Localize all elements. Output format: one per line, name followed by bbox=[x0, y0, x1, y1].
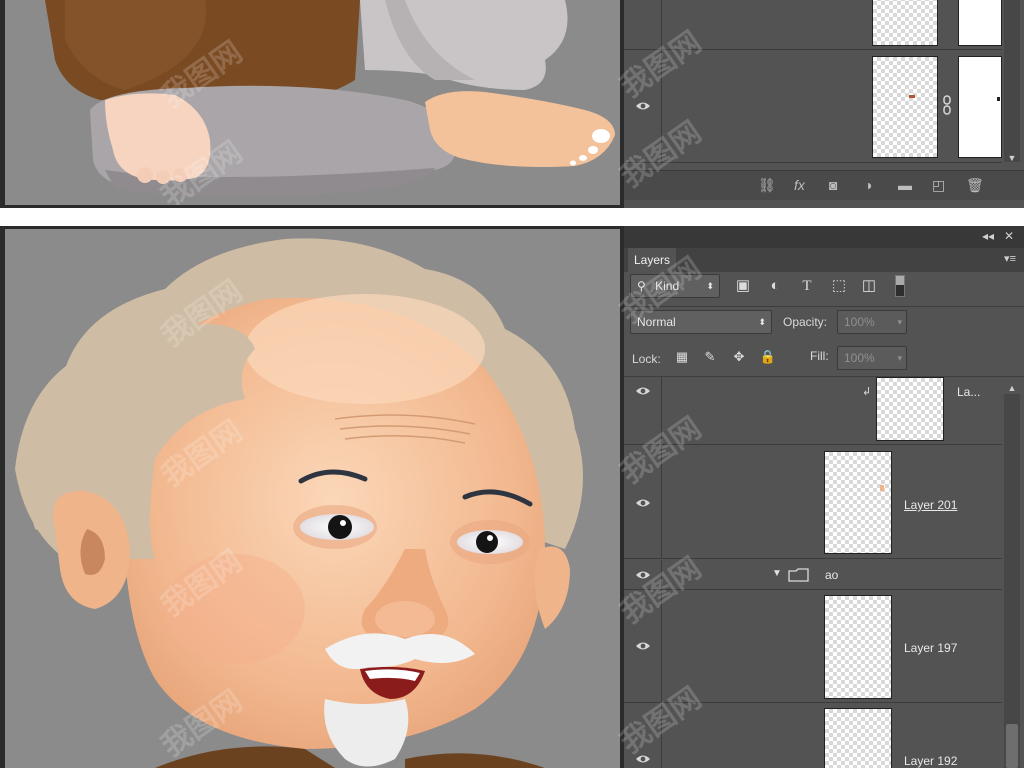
opacity-value: 100% bbox=[844, 315, 875, 329]
clipping-mask-icon: ↲ bbox=[862, 386, 872, 398]
layer-mask-thumbnail bbox=[958, 0, 1002, 46]
feet-illustration bbox=[45, 0, 615, 197]
fill-value: 100% bbox=[844, 351, 875, 365]
lock-position-icon[interactable]: ✥ bbox=[728, 346, 750, 368]
layers-footer-toolbar: ⛓ fx ◙ ◑ ▬ ◰ 🗑 bbox=[624, 170, 1024, 200]
lock-transparent-pixels-icon[interactable]: ▦ bbox=[671, 346, 693, 368]
bottom-screenshot-frame: 我图网 我图网 我图网 我图网 ◂◂ ✕ Layers ▾≡ ⚲ Kind ⬍ … bbox=[0, 226, 1024, 768]
close-panel-icon[interactable]: ✕ bbox=[1004, 229, 1014, 243]
opacity-field[interactable]: 100% ▾ bbox=[837, 310, 907, 334]
layer-thumbnail bbox=[824, 451, 892, 554]
add-mask-icon[interactable]: ◙ bbox=[829, 177, 837, 193]
layers-panel-top: ▼ ⛓ fx ◙ ◑ ▬ ◰ 🗑 我图网 我图网 bbox=[615, 0, 1024, 208]
layer-thumbnail bbox=[872, 0, 938, 46]
chevron-updown-icon: ⬍ bbox=[758, 317, 766, 327]
layer-row[interactable]: Layer 201 bbox=[624, 446, 1002, 559]
layer-name[interactable]: Layer 201 bbox=[904, 498, 957, 512]
layer-thumbnail bbox=[872, 56, 938, 158]
smart-object-filter-icon[interactable]: ◫ bbox=[858, 275, 880, 297]
group-name[interactable]: ao bbox=[825, 568, 838, 582]
opacity-label: Opacity: bbox=[783, 315, 828, 329]
lock-image-pixels-icon[interactable]: ✎ bbox=[699, 346, 721, 368]
scroll-up-arrow[interactable]: ▲ bbox=[1004, 382, 1020, 394]
type-filter-icon[interactable]: T bbox=[796, 275, 818, 297]
layers-scrollbar[interactable] bbox=[1004, 394, 1020, 768]
link-chain-icon[interactable] bbox=[942, 95, 952, 115]
panel-menu-icon[interactable]: ▾≡ bbox=[1004, 252, 1016, 265]
adjustment-filter-icon[interactable]: ◐ bbox=[764, 275, 786, 297]
layer-thumbnail bbox=[824, 708, 892, 768]
scroll-down-arrow[interactable]: ▼ bbox=[1004, 152, 1020, 164]
chevron-down-icon: ▾ bbox=[897, 353, 902, 363]
old-man-face-illustration bbox=[15, 238, 583, 768]
expand-triangle-icon[interactable]: ▼ bbox=[772, 568, 782, 579]
folder-icon bbox=[788, 568, 809, 582]
collapse-panel-icon[interactable]: ◂◂ bbox=[982, 229, 994, 243]
layer-mask-thumbnail bbox=[958, 56, 1002, 158]
canvas-top-illustration[interactable]: 我图网 我图网 bbox=[5, 0, 620, 205]
scrollbar-thumb[interactable] bbox=[1006, 724, 1018, 768]
delete-layer-icon[interactable]: 🗑 bbox=[966, 177, 984, 194]
divider bbox=[624, 306, 1024, 307]
visibility-eye-icon[interactable] bbox=[635, 498, 651, 508]
layer-name[interactable]: Layer 192 bbox=[904, 754, 957, 768]
canvas-bottom-illustration[interactable]: 我图网 我图网 我图网 我图网 bbox=[5, 229, 620, 768]
filter-toggle-icon[interactable] bbox=[895, 275, 905, 297]
shape-filter-icon[interactable]: ⬚ bbox=[828, 275, 850, 297]
fx-icon[interactable]: fx bbox=[794, 177, 805, 193]
chevron-down-icon: ▾ bbox=[897, 317, 902, 327]
new-layer-icon[interactable]: ◰ bbox=[932, 177, 945, 194]
adjustment-layer-icon[interactable]: ◑ bbox=[864, 177, 872, 193]
lock-all-icon[interactable]: 🔒 bbox=[757, 346, 779, 368]
lock-label: Lock: bbox=[632, 352, 661, 366]
layer-name[interactable]: La... bbox=[957, 385, 980, 399]
layer-name[interactable]: Layer 197 bbox=[904, 641, 957, 655]
visibility-eye-icon[interactable] bbox=[635, 641, 651, 651]
top-screenshot-frame: 我图网 我图网 ▼ ⛓ fx ◙ ◑ ▬ ◰ 🗑 我图网 我图网 bbox=[0, 0, 1024, 208]
layers-panel-bottom: ◂◂ ✕ Layers ▾≡ ⚲ Kind ⬍ ▣ ◐ T ⬚ ◫ Normal… bbox=[615, 226, 1024, 768]
fill-field[interactable]: 100% ▾ bbox=[837, 346, 907, 370]
layer-thumbnail bbox=[824, 595, 892, 699]
layer-thumbnail bbox=[876, 377, 944, 441]
link-layers-icon[interactable]: ⛓ bbox=[758, 177, 776, 194]
visibility-eye-icon[interactable] bbox=[635, 386, 651, 396]
layers-scrollbar[interactable] bbox=[1004, 0, 1020, 162]
fill-label: Fill: bbox=[810, 349, 829, 363]
image-filter-icon[interactable]: ▣ bbox=[732, 275, 754, 297]
new-group-icon[interactable]: ▬ bbox=[898, 177, 912, 193]
